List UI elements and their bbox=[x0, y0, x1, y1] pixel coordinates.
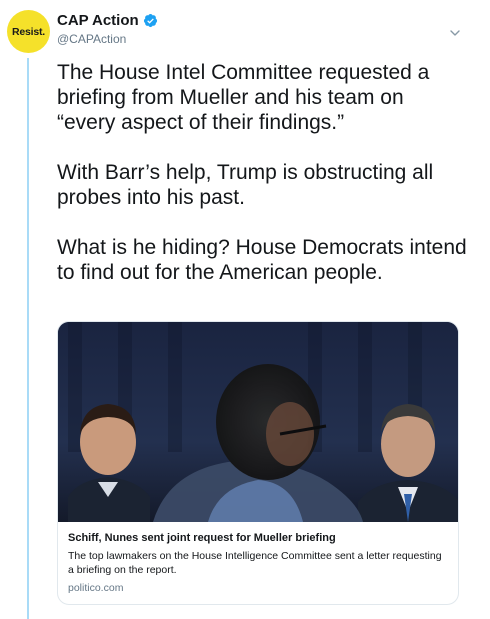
card-meta: Schiff, Nunes sent joint request for Mue… bbox=[58, 522, 458, 594]
tweet-paragraph: The House Intel Committee requested a br… bbox=[57, 61, 430, 134]
card-title[interactable]: Schiff, Nunes sent joint request for Mue… bbox=[68, 531, 448, 545]
avatar[interactable]: Resist. bbox=[7, 10, 50, 53]
card-domain: politico.com bbox=[68, 582, 124, 594]
card-image[interactable] bbox=[58, 322, 458, 522]
tweet-text: The House Intel Committee requested a br… bbox=[57, 60, 467, 310]
avatar-text: Resist. bbox=[11, 25, 46, 38]
tweet-paragraph: What is he hiding? House Democrats inten… bbox=[57, 236, 467, 284]
tweet-header: CAP Action @CAPAction bbox=[57, 12, 158, 46]
card-description: The top lawmakers on the House Intellige… bbox=[68, 550, 442, 576]
tweet-paragraph: With Barr’s help, Trump is obstructing a… bbox=[57, 161, 434, 209]
thread-line bbox=[27, 58, 29, 619]
tweet: Resist. CAP Action @CAPAction The House … bbox=[0, 0, 490, 619]
chevron-down-icon[interactable] bbox=[450, 28, 460, 38]
name-row: CAP Action bbox=[57, 12, 158, 29]
verified-badge-icon bbox=[143, 13, 157, 28]
card-photo bbox=[58, 322, 458, 522]
link-card[interactable]: Schiff, Nunes sent joint request for Mue… bbox=[57, 321, 459, 605]
handle[interactable]: @CAPAction bbox=[57, 32, 158, 46]
display-name[interactable]: CAP Action bbox=[57, 12, 139, 29]
